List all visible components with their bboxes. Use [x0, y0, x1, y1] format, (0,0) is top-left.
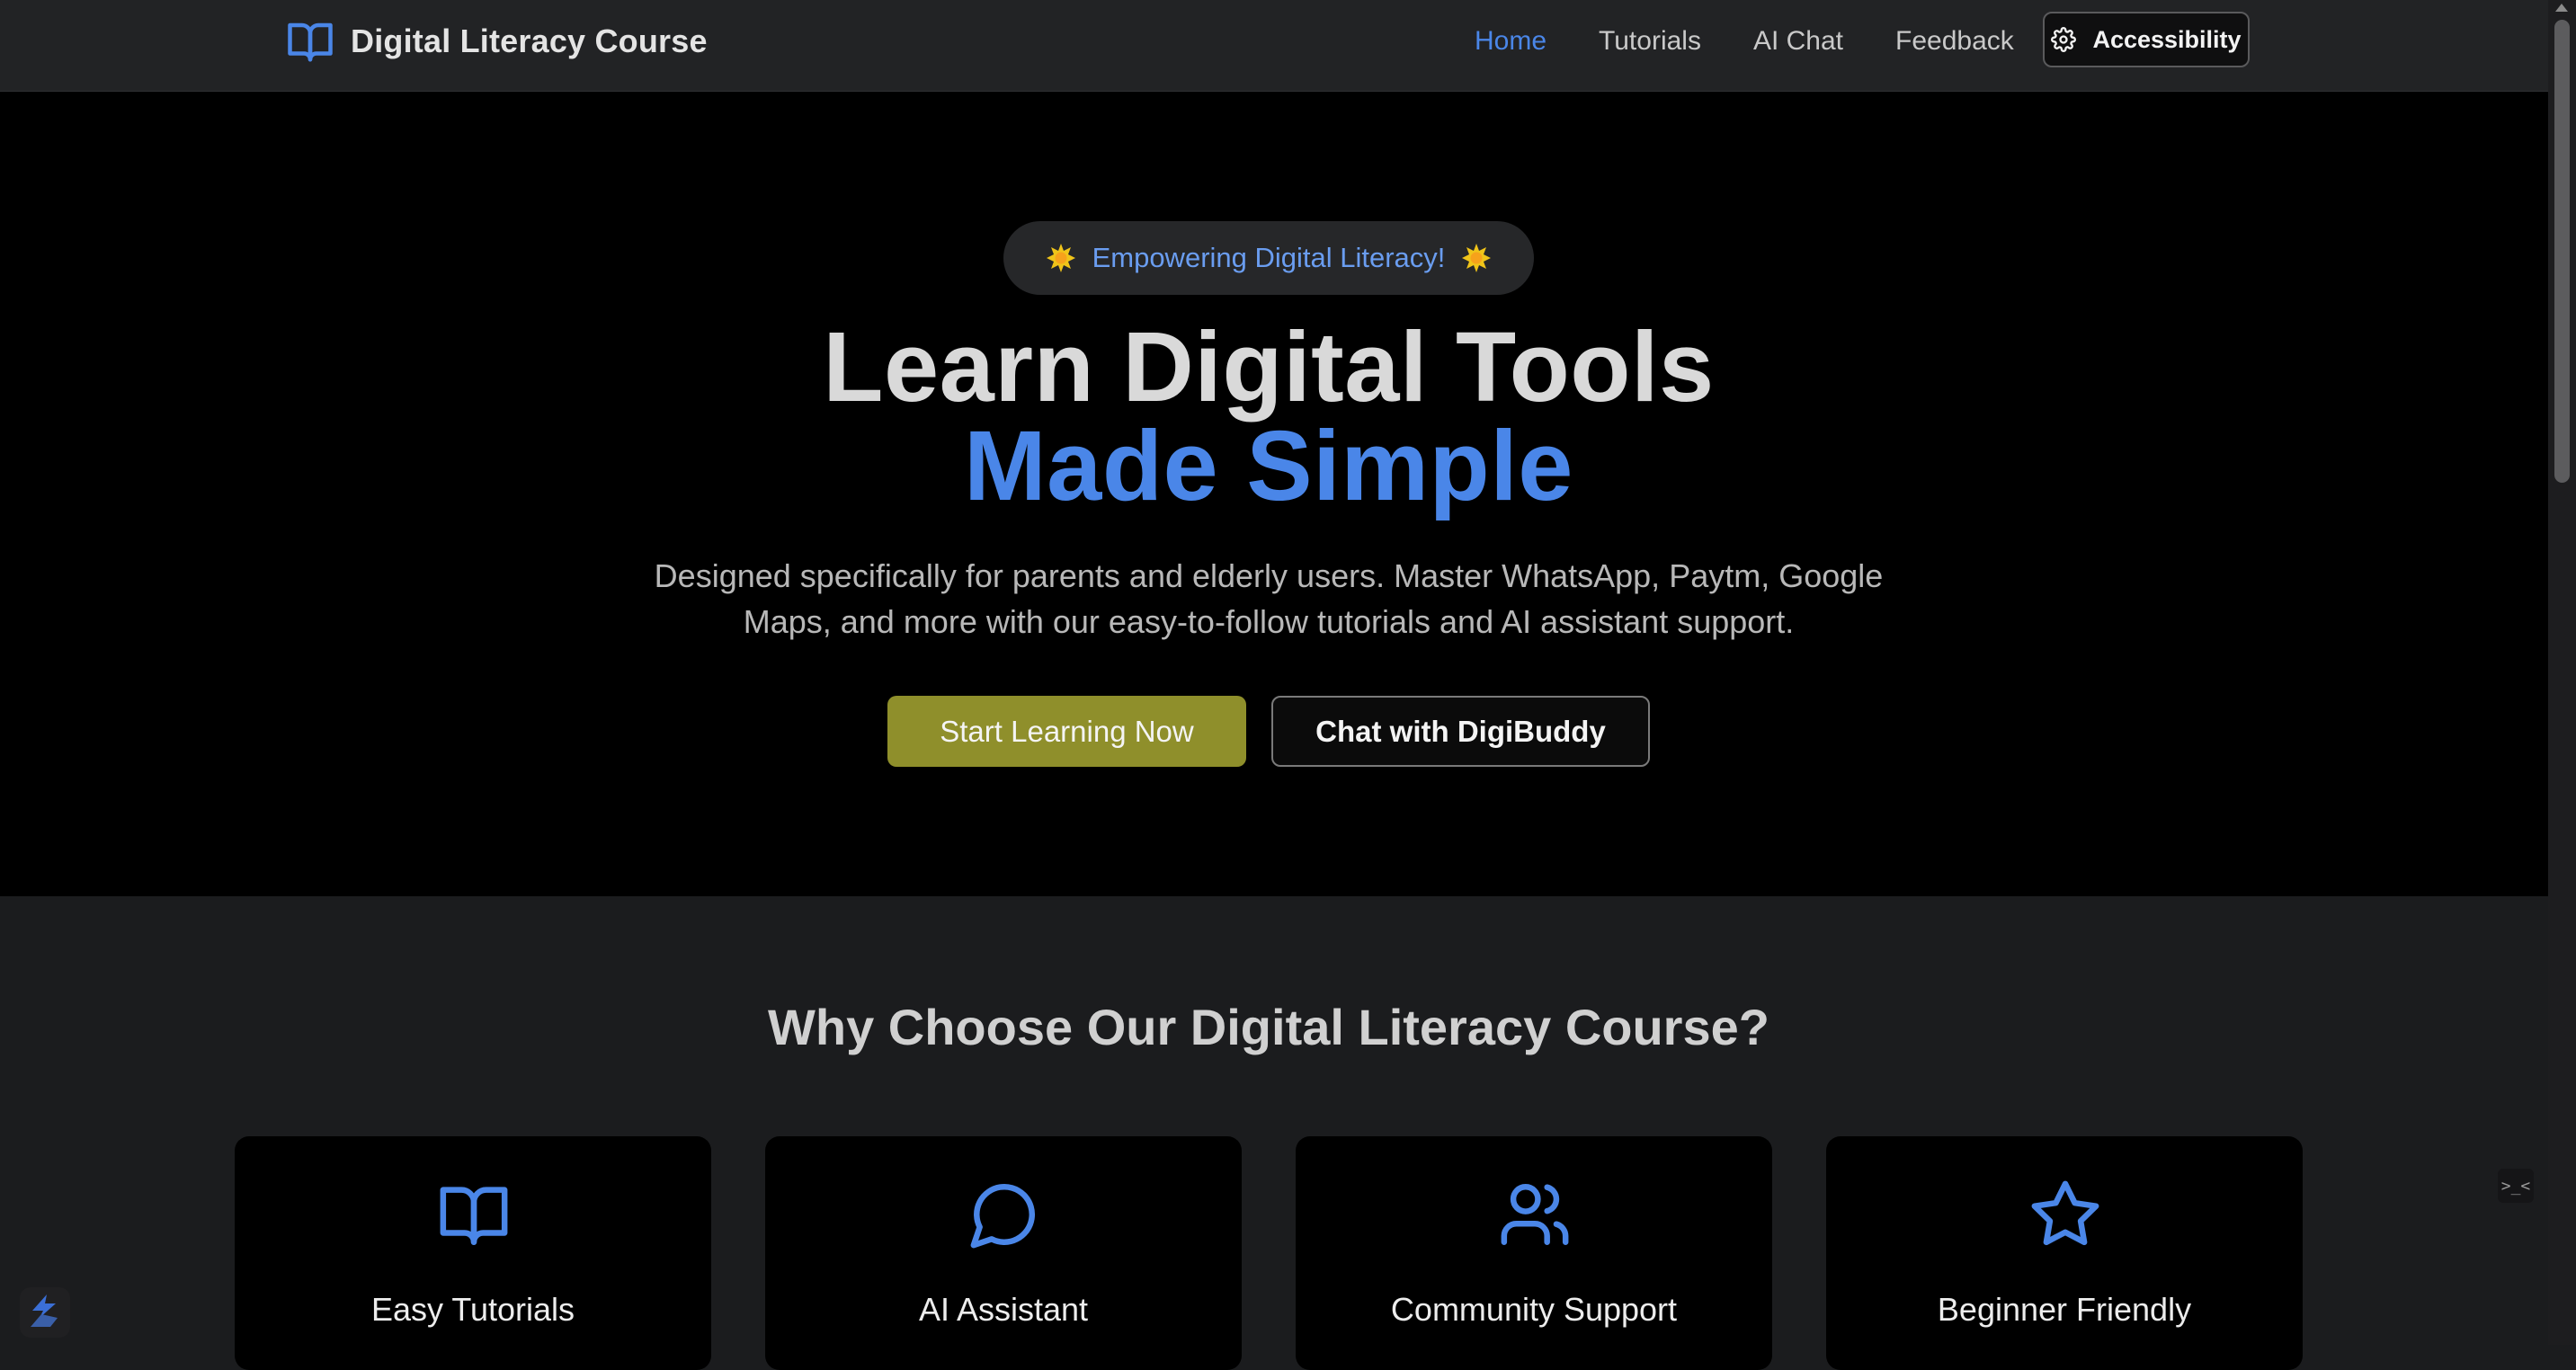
chat-with-digibuddy-button[interactable]: Chat with DigiBuddy: [1271, 696, 1650, 767]
book-open-icon: [286, 17, 334, 66]
sparkle-sun-icon: [1461, 243, 1492, 273]
nav-link-ai-chat[interactable]: AI Chat: [1753, 26, 1843, 57]
nav-link-home[interactable]: Home: [1475, 26, 1546, 57]
vertical-scrollbar[interactable]: [2548, 0, 2576, 1345]
star-icon: [2028, 1178, 2102, 1251]
feature-card-title: Community Support: [1390, 1291, 1678, 1328]
sparkle-sun-icon: [1046, 243, 1076, 273]
gear-icon: [2051, 27, 2077, 52]
brand-title: Digital Literacy Course: [351, 22, 708, 59]
top-navbar: Digital Literacy Course Home Tutorials A…: [0, 0, 2548, 92]
feature-card-beginner-friendly: Beginner Friendly: [1826, 1136, 2303, 1370]
feature-card-ai-assistant: AI Assistant: [765, 1136, 1242, 1370]
accessibility-button[interactable]: Accessibility: [2043, 12, 2250, 67]
message-circle-icon: [967, 1178, 1041, 1251]
feature-card-easy-tutorials: Easy Tutorials: [235, 1136, 711, 1370]
users-icon: [1498, 1178, 1572, 1251]
book-open-icon: [437, 1178, 511, 1251]
feature-card-title: AI Assistant: [918, 1291, 1089, 1328]
feature-card-title: Easy Tutorials: [370, 1291, 575, 1328]
hero-headline-accent: Made Simple: [964, 411, 1573, 521]
framework-logo-icon[interactable]: [20, 1287, 70, 1338]
dev-tools-tab[interactable]: >_<: [2498, 1169, 2534, 1203]
hero-badge: Empowering Digital Literacy!: [1003, 221, 1534, 295]
nav-link-feedback[interactable]: Feedback: [1895, 26, 2014, 57]
feature-card-title: Beginner Friendly: [1937, 1291, 2192, 1328]
hero-description: Designed specifically for parents and el…: [654, 557, 1884, 640]
nav-links: Home Tutorials AI Chat Feedback: [1475, 22, 2066, 61]
start-learning-button[interactable]: Start Learning Now: [887, 696, 1246, 767]
features-heading: Why Choose Our Digital Literacy Course?: [768, 999, 1769, 1055]
scroll-up-arrow-icon[interactable]: [2555, 4, 2568, 12]
accessibility-label: Accessibility: [2092, 25, 2242, 53]
brand[interactable]: Digital Literacy Course: [286, 16, 708, 67]
nav-link-tutorials[interactable]: Tutorials: [1599, 26, 1701, 57]
hero-section: Empowering Digital Literacy! Learn Digit…: [0, 92, 2548, 896]
hero-badge-text: Empowering Digital Literacy!: [1092, 242, 1446, 273]
scrollbar-thumb[interactable]: [2554, 20, 2570, 483]
hero-headline: Learn Digital Tools: [823, 312, 1715, 423]
feature-card-community-support: Community Support: [1296, 1136, 1772, 1370]
